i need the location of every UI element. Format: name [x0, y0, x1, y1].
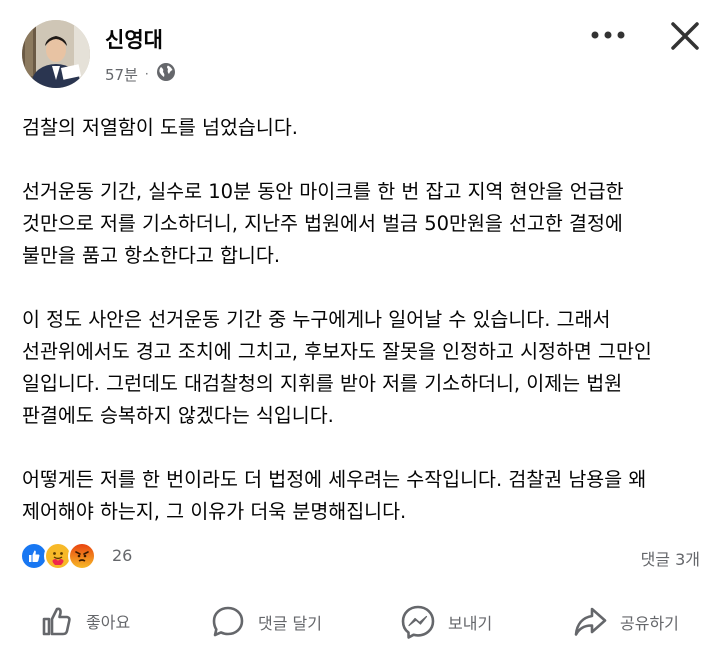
comment-label: 댓글 달기 [258, 614, 322, 633]
like-button[interactable]: 좋아요 [40, 604, 130, 638]
send-label: 보내기 [448, 614, 493, 633]
post-header: 신영대 57분 · [0, 0, 720, 100]
post-line: 이 정도 사안은 선거운동 기간 중 누구에게나 일어날 수 있습니다. 그래서 [22, 308, 611, 331]
angry-reaction-icon [68, 542, 96, 570]
close-button[interactable] [665, 16, 705, 56]
post-line: 판결에도 승복하지 않겠다는 식입니다. [22, 404, 334, 427]
post-body: 검찰의 저열함이 도를 넘었습니다. 선거운동 기간, 실수로 10분 동안 마… [22, 112, 702, 560]
post-line: 제어해야 하는지, 그 이유가 더욱 분명해집니다. [22, 500, 407, 523]
reactions-row: 26 댓글 3개 [20, 542, 700, 570]
post-line: 검찰의 저열함이 도를 넘었습니다. [22, 116, 298, 139]
post-paragraph: 선거운동 기간, 실수로 10분 동안 마이크를 한 번 잡고 지역 현안을 언… [22, 176, 702, 272]
post-paragraph: 이 정도 사안은 선거운동 기간 중 누구에게나 일어날 수 있습니다. 그래서… [22, 304, 702, 432]
action-bar: 좋아요 댓글 달기 보내기 공유하기 [0, 596, 720, 652]
post-line: 것만으로 저를 기소하더니, 지난주 법원에서 벌금 50만원을 선고한 결정에 [22, 212, 623, 235]
comment-count[interactable]: 댓글 3개 [641, 546, 700, 570]
messenger-icon [401, 605, 435, 639]
globe-icon [156, 62, 176, 86]
post-meta: 57분 · [105, 62, 176, 86]
comment-icon [212, 606, 244, 637]
post-line: 불만을 품고 항소한다고 합니다. [22, 244, 281, 267]
post-line: 선관위에서도 경고 조치에 그치고, 후보자도 잘못을 인정하고 시정하면 그만… [22, 340, 652, 363]
post-paragraph: 어떻게든 저를 한 번이라도 더 법정에 세우려는 수작입니다. 검찰권 남용을… [22, 464, 702, 528]
comment-button[interactable]: 댓글 달기 [210, 604, 322, 640]
post-paragraph: 검찰의 저열함이 도를 넘었습니다. [22, 112, 702, 144]
close-icon [671, 22, 699, 50]
post-line: 어떻게든 저를 한 번이라도 더 법정에 세우려는 수작입니다. 검찰권 남용을… [22, 468, 647, 491]
share-label: 공유하기 [620, 614, 679, 633]
author-name[interactable]: 신영대 [105, 24, 163, 54]
share-button[interactable]: 공유하기 [572, 604, 679, 640]
post-time[interactable]: 57분 [105, 64, 138, 85]
more-icon [591, 31, 625, 39]
reaction-icons[interactable] [20, 542, 96, 570]
avatar[interactable] [22, 20, 90, 88]
share-icon [574, 607, 607, 636]
post-line: 선거운동 기간, 실수로 10분 동안 마이크를 한 번 잡고 지역 현안을 언… [22, 180, 624, 203]
thumbs-up-icon [42, 607, 71, 636]
post-line: 일입니다. 그런데도 대검찰청의 지휘를 받아 저를 기소하더니, 이제는 법원 [22, 372, 623, 395]
meta-separator: · [144, 67, 149, 81]
like-label: 좋아요 [86, 613, 131, 632]
send-button[interactable]: 보내기 [400, 604, 492, 640]
reaction-count[interactable]: 26 [112, 546, 132, 565]
more-options-button[interactable] [588, 20, 628, 50]
